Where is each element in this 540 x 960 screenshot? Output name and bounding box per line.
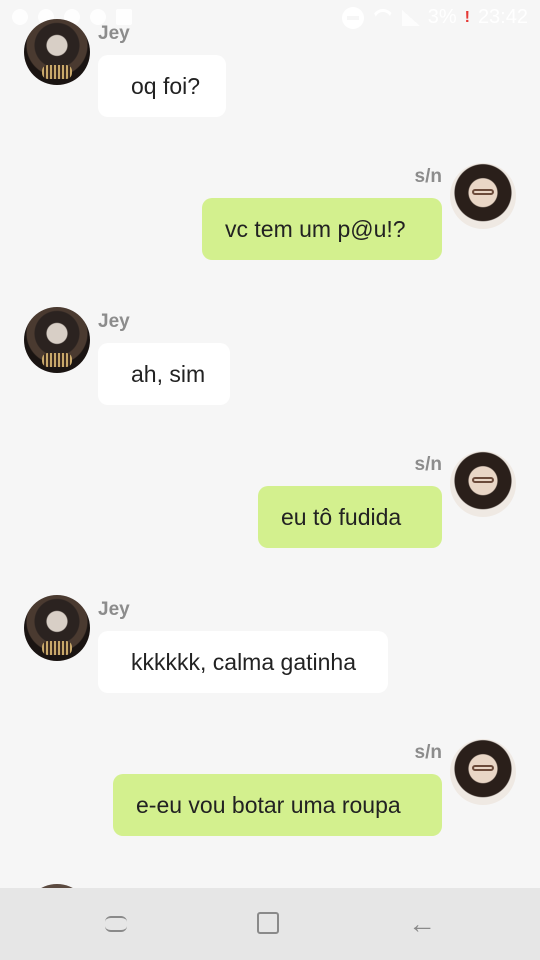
avatar-sn[interactable]: [450, 739, 516, 805]
wifi-icon: [372, 9, 394, 27]
sender-name: Jey: [98, 311, 130, 332]
navigation-bar: ←: [0, 888, 540, 960]
sender-name: s/n: [414, 166, 442, 187]
message-bubble[interactable]: vc tem um p@u!?: [202, 198, 442, 260]
sender-name: s/n: [414, 454, 442, 475]
system-icons: 3% ! 23:42: [341, 6, 528, 29]
signal-icon: [401, 9, 420, 26]
message-bubble[interactable]: ah, sim: [98, 343, 230, 405]
battery-percent: 3%: [427, 6, 457, 28]
message-bubble[interactable]: oq foi?: [98, 55, 226, 117]
avatar-jey[interactable]: [24, 19, 90, 85]
avatar-jey[interactable]: [24, 307, 90, 373]
whatsapp-icon: [12, 9, 28, 25]
clock: 23:42: [477, 6, 528, 28]
message-bubble[interactable]: e-eu vou botar uma roupa: [113, 774, 442, 836]
recent-apps-icon[interactable]: [105, 910, 133, 938]
message-bubble[interactable]: eu tô fudida: [258, 486, 442, 548]
home-icon[interactable]: [257, 910, 285, 938]
avatar-sn[interactable]: [450, 163, 516, 229]
back-icon[interactable]: ←: [408, 910, 436, 938]
do-not-disturb-icon: [341, 6, 364, 29]
battery-alert-icon: !: [464, 8, 470, 26]
message-bubble[interactable]: kkkkkk, calma gatinha: [98, 631, 388, 693]
avatar-sn[interactable]: [450, 451, 516, 517]
sender-name: Jey: [98, 23, 130, 44]
sender-name: s/n: [414, 742, 442, 763]
avatar-jey[interactable]: [24, 595, 90, 661]
sender-name: Jey: [98, 599, 130, 620]
